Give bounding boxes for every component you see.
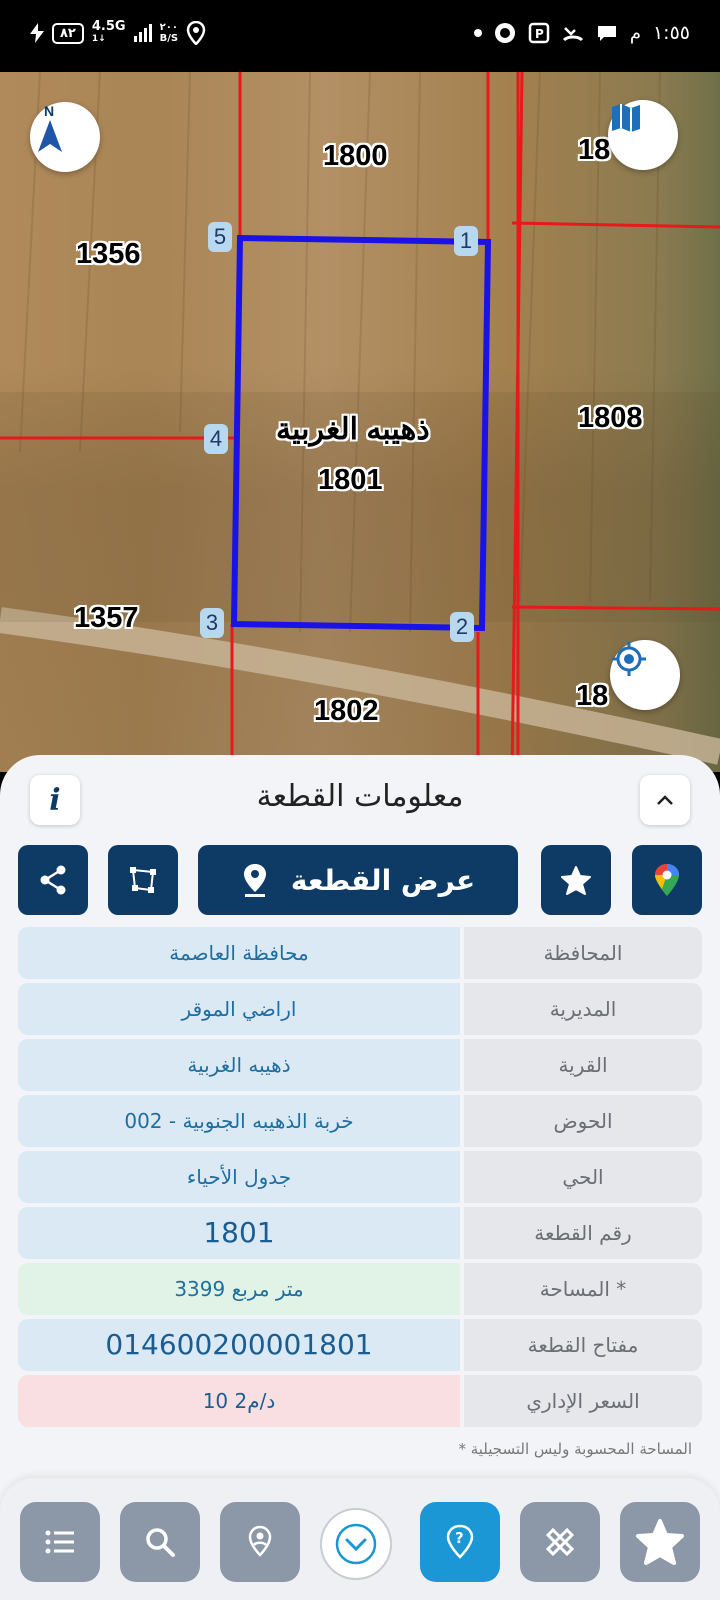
selected-parcel-number[interactable]: 1801 <box>318 464 383 497</box>
search-icon <box>146 1528 175 1557</box>
table-row: 10 د/م2 السعر الإداري <box>18 1375 702 1427</box>
table-row: خربة الذهيبه الجنوبية - 002 الحوض <box>18 1095 702 1147</box>
compass-icon: N <box>38 103 62 152</box>
table-row: 1801 رقم القطعة <box>18 1207 702 1259</box>
parcel-label[interactable]: 1357 <box>74 602 139 635</box>
measure-icon <box>545 1527 575 1557</box>
parking-icon: P <box>528 22 550 44</box>
row-value: 1801 <box>18 1207 460 1259</box>
table-row: 3399 متر مربع المساحة * <box>18 1263 702 1315</box>
sheet-title: معلومات القطعة <box>256 779 464 814</box>
missed-call-icon <box>562 27 583 42</box>
map-view[interactable]: 1800 1356 1808 1357 1802 18 18 ذهيبه الغ… <box>0 72 720 772</box>
nav-measure-button[interactable] <box>520 1502 600 1582</box>
location-icon <box>186 21 206 45</box>
share-icon <box>40 865 66 895</box>
svg-text:?: ? <box>455 1529 464 1547</box>
vertex-marker[interactable]: 2 <box>450 612 474 642</box>
parcel-label[interactable]: 1356 <box>76 238 141 271</box>
nav-help-button[interactable]: ? <box>420 1502 500 1582</box>
row-label: المساحة * <box>464 1263 702 1315</box>
row-label: المديرية <box>464 983 702 1035</box>
row-label: السعر الإداري <box>464 1375 702 1427</box>
star-icon <box>636 1519 684 1565</box>
status-bar: ٨٢ 4.5G 1↓ ٢٠٠ B/S P م ١:٥٥ <box>0 0 720 72</box>
selected-parcel-name[interactable]: ذهيبه الغربية <box>276 412 430 447</box>
row-value: 10 د/م2 <box>18 1375 460 1427</box>
row-label: الحوض <box>464 1095 702 1147</box>
sheet-header: i معلومات القطعة <box>0 755 720 835</box>
svg-text:N: N <box>44 103 54 119</box>
parcel-label[interactable]: 1802 <box>314 695 379 728</box>
action-bar: عرض القطعة <box>18 845 702 915</box>
row-value: جدول الأحياء <box>18 1151 460 1203</box>
network-speed: ٢٠٠ B/S <box>159 22 179 44</box>
nav-search-button[interactable] <box>120 1502 200 1582</box>
chevron-up-icon <box>657 795 673 805</box>
nav-favorites-button[interactable] <box>620 1502 700 1582</box>
row-label: رقم القطعة <box>464 1207 702 1259</box>
row-value[interactable]: 014600200001801 <box>18 1319 460 1371</box>
vertex-marker[interactable]: 1 <box>454 226 478 256</box>
row-value: ذهيبه الغربية <box>18 1039 460 1091</box>
map-layers-button[interactable] <box>608 100 678 170</box>
show-parcel-label: عرض القطعة <box>290 863 476 897</box>
parcel-label[interactable]: 1808 <box>578 402 643 435</box>
my-location-button[interactable] <box>610 640 680 710</box>
nav-list-button[interactable] <box>20 1502 100 1582</box>
am-pm: م <box>629 22 641 44</box>
row-value: محافظة العاصمة <box>18 927 460 979</box>
location-pin-icon <box>243 864 266 897</box>
compass-button[interactable]: N <box>30 102 100 172</box>
table-row: ذهيبه الغربية القرية <box>18 1039 702 1091</box>
footnote: * المساحة المحسوبة وليس التسجيلية <box>458 1440 692 1458</box>
show-parcel-button[interactable]: عرض القطعة <box>198 845 518 915</box>
collapse-button[interactable] <box>640 775 690 825</box>
google-maps-button[interactable] <box>632 845 702 915</box>
location-pin-icon <box>248 1525 272 1557</box>
favorite-button[interactable] <box>541 845 611 915</box>
polygon-icon <box>130 867 156 893</box>
star-icon <box>561 866 591 895</box>
row-label: القرية <box>464 1039 702 1091</box>
row-value: 3399 متر مربع <box>18 1263 460 1315</box>
list-icon <box>45 1530 74 1554</box>
app-icon <box>494 23 515 43</box>
vertex-marker[interactable]: 3 <box>200 608 224 638</box>
help-pin-icon: ? <box>446 1524 474 1559</box>
vertex-marker[interactable]: 4 <box>204 424 228 454</box>
nav-location-button[interactable] <box>220 1502 300 1582</box>
parcel-label[interactable]: 18 <box>578 134 610 167</box>
crosshair-icon <box>612 642 646 676</box>
row-value: خربة الذهيبه الجنوبية - 002 <box>18 1095 460 1147</box>
row-label: مفتاح القطعة <box>464 1319 702 1371</box>
vertex-marker[interactable]: 5 <box>208 222 232 252</box>
polygon-button[interactable] <box>108 845 178 915</box>
table-row: محافظة العاصمة المحافظة <box>18 927 702 979</box>
svg-text:P: P <box>535 27 544 41</box>
signal-icon <box>133 24 152 42</box>
clock: ١:٥٥ <box>652 22 690 44</box>
share-button[interactable] <box>18 845 88 915</box>
row-value: اراضي الموقر <box>18 983 460 1035</box>
nav-expand-button[interactable] <box>320 1508 392 1580</box>
parcel-label[interactable]: 18 <box>576 680 608 713</box>
parcel-label[interactable]: 1800 <box>323 140 388 173</box>
bottom-nav: ? <box>0 1478 720 1600</box>
table-row: جدول الأحياء الحي <box>18 1151 702 1203</box>
network-indicator: 4.5G 1↓ <box>91 19 126 44</box>
row-label: المحافظة <box>464 927 702 979</box>
chevron-down-icon <box>335 1523 377 1565</box>
google-maps-icon <box>655 864 679 896</box>
table-row: اراضي الموقر المديرية <box>18 983 702 1035</box>
map-icon <box>612 104 640 132</box>
dot-icon <box>473 29 482 37</box>
battery-indicator: ٨٢ <box>52 22 84 44</box>
charging-icon <box>30 23 44 43</box>
table-row: 014600200001801 مفتاح القطعة <box>18 1319 702 1371</box>
row-label: الحي <box>464 1151 702 1203</box>
message-icon <box>597 26 616 41</box>
